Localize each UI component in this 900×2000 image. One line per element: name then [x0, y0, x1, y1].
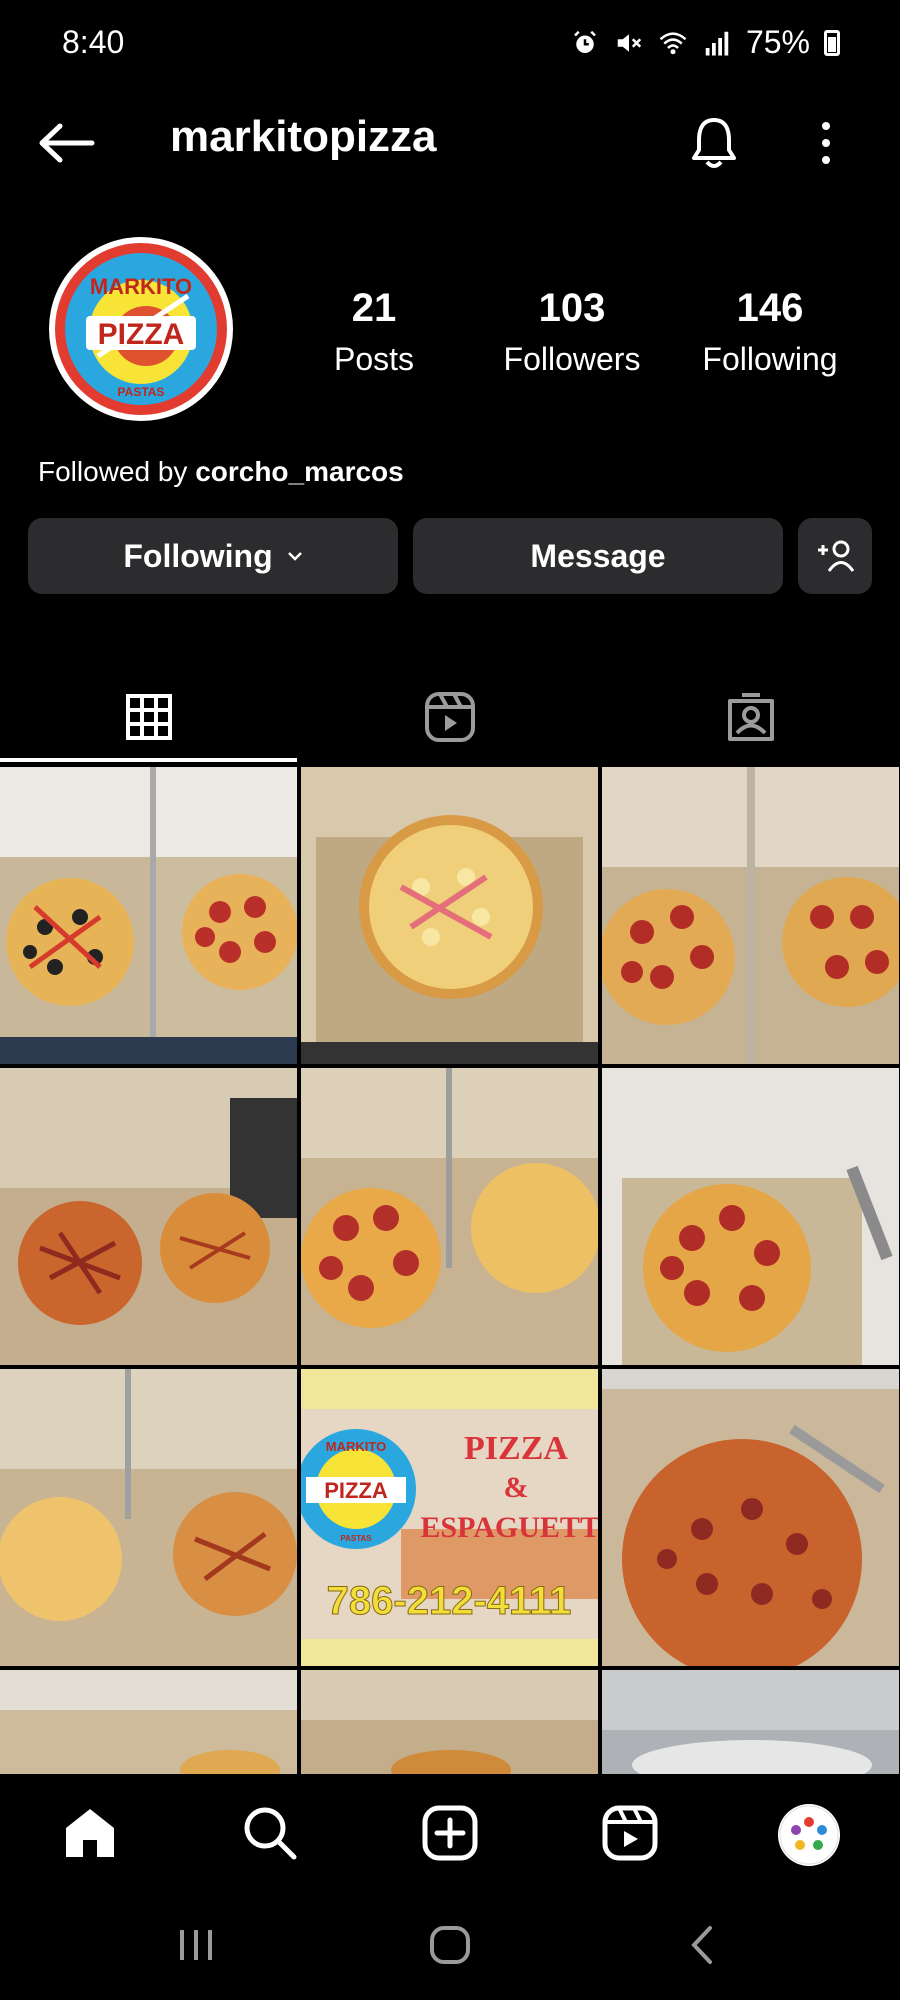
chevron-down-icon [287, 552, 302, 561]
stat-posts[interactable]: 21 Posts [284, 286, 464, 378]
followed-by-user: corcho_marcos [195, 456, 404, 487]
home-button-icon[interactable] [428, 1924, 472, 1966]
stat-label: Followers [503, 341, 641, 377]
back-button-icon[interactable] [686, 1924, 716, 1966]
stat-following[interactable]: 146 Following [680, 286, 860, 378]
grid-icon [125, 694, 172, 740]
post-thumbnail[interactable] [0, 1670, 297, 1777]
post-thumbnail[interactable] [602, 1369, 899, 1666]
account-avatar-icon [779, 1805, 839, 1865]
signal-icon [705, 31, 729, 55]
tab-tagged[interactable] [602, 672, 900, 762]
svg-text:PIZZA: PIZZA [98, 318, 185, 351]
profile-avatar[interactable] [778, 1804, 840, 1866]
profile-username: markitopizza [170, 112, 437, 161]
message-button-label: Message [530, 537, 666, 574]
post-thumbnail[interactable] [0, 1369, 297, 1666]
svg-text:ESPAGUETTI: ESPAGUETTI [420, 1511, 598, 1544]
post-thumbnail[interactable] [602, 767, 899, 1064]
svg-text:PIZZA: PIZZA [464, 1430, 568, 1467]
wifi-icon [659, 31, 687, 54]
stat-label: Following [702, 341, 838, 377]
stat-label: Posts [333, 341, 415, 377]
create-icon[interactable] [421, 1804, 479, 1862]
svg-text:MARKITO: MARKITO [90, 274, 192, 299]
battery-icon [824, 29, 840, 56]
svg-text:786-212-4111: 786-212-4111 [327, 1579, 572, 1623]
bell-icon[interactable] [688, 114, 740, 170]
battery-percent: 75% [745, 24, 810, 60]
post-thumbnail[interactable] [602, 1068, 899, 1365]
svg-text:PIZZA: PIZZA [324, 1478, 388, 1503]
active-tab-indicator [0, 758, 297, 762]
markito-pizza-logo: PIZZA MARKITO PASTAS [49, 237, 233, 421]
post-thumbnail[interactable] [0, 1068, 297, 1365]
stat-value: 21 [351, 286, 397, 330]
post-thumbnail[interactable] [301, 1068, 598, 1365]
message-button[interactable]: Message [413, 518, 783, 594]
stat-value: 146 [736, 286, 804, 330]
status-bar: 8:40 75% [0, 0, 900, 90]
post-promo[interactable]: PIZZA MARKITO PASTAS PIZZA & ESPAGUETTI … [301, 1369, 598, 1666]
svg-text:PASTAS: PASTAS [118, 385, 165, 399]
search-icon[interactable] [241, 1804, 299, 1862]
post-thumbnail[interactable] [0, 767, 297, 1064]
post-grid: PIZZA MARKITO PASTAS PIZZA & ESPAGUETTI … [0, 767, 900, 1777]
following-button-label: Following [123, 537, 273, 574]
add-user-button[interactable] [798, 518, 872, 594]
add-user-icon [818, 540, 855, 572]
stat-value: 103 [538, 286, 606, 330]
mute-icon [617, 33, 642, 52]
alarm-icon [574, 30, 596, 53]
followed-by-text[interactable]: Followed by corcho_marcos [38, 456, 404, 488]
reels-icon [424, 692, 475, 742]
tagged-icon [728, 693, 774, 741]
svg-text:&: & [504, 1471, 529, 1504]
post-thumbnail[interactable] [602, 1670, 899, 1777]
home-icon[interactable] [61, 1804, 119, 1862]
svg-text:PASTAS: PASTAS [340, 1534, 372, 1543]
stat-followers[interactable]: 103 Followers [482, 286, 662, 378]
reels-icon[interactable] [601, 1804, 659, 1862]
recent-apps-icon[interactable] [176, 1926, 216, 1964]
tab-reels[interactable] [301, 672, 598, 762]
more-vertical-icon[interactable] [808, 118, 844, 168]
post-thumbnail[interactable] [301, 1670, 598, 1777]
following-button[interactable]: Following [28, 518, 398, 594]
tab-grid[interactable] [0, 672, 297, 762]
status-icons: 75% [570, 24, 840, 61]
svg-text:MARKITO: MARKITO [326, 1439, 386, 1454]
post-thumbnail[interactable] [301, 767, 598, 1064]
status-time: 8:40 [62, 24, 125, 60]
profile-avatar[interactable]: PIZZA MARKITO PASTAS [48, 236, 234, 422]
back-arrow-icon[interactable] [36, 118, 96, 168]
followed-by-prefix: Followed by [38, 456, 188, 487]
